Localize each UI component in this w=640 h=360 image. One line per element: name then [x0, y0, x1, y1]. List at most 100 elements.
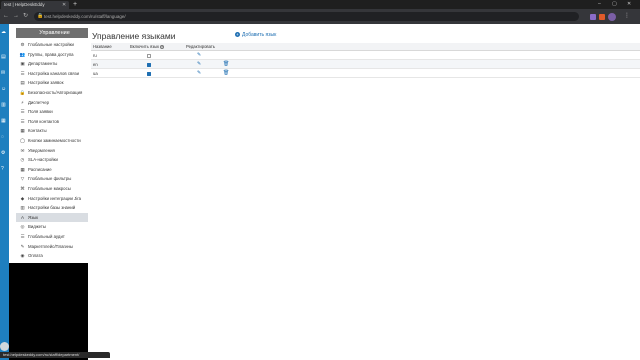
sidebar-item-label: Безопасность/Авторизация — [28, 90, 83, 95]
sidebar-item[interactable]: ☰ Поля контактов — [16, 117, 97, 127]
sidebar-item[interactable]: ▣ Департаменты — [16, 59, 97, 69]
add-language-button[interactable]: + Добавить язык — [235, 32, 276, 38]
sidebar-item-label: Глобальный аудит — [28, 234, 65, 239]
site-info-icon[interactable]: 🔒 — [37, 13, 43, 20]
sidebar-item[interactable]: ⌘ Глобальные макросы — [16, 184, 97, 194]
sidebar-item-label: Расписание — [28, 166, 52, 172]
sidebar-item[interactable]: ▽ Глобальные фильтры — [16, 174, 97, 184]
audit-icon: ☰ — [20, 234, 25, 239]
delete-trash-icon[interactable]: 🗑 — [223, 60, 229, 69]
address-bar[interactable]: test.helpdeskeddy.com/ru/staff/language/ — [34, 12, 579, 21]
payment-icon: ◉ — [20, 253, 25, 259]
plus-icon: + — [235, 32, 240, 37]
enable-language-checkbox[interactable] — [147, 53, 151, 58]
enable-language-checkbox[interactable] — [147, 71, 151, 76]
plug-icon: ✎ — [20, 243, 25, 249]
sidebar-item-label: Диспетчер — [28, 99, 50, 105]
table-row: en ✎ 🗑 — [91, 60, 640, 69]
sidebar-item[interactable]: ☰ Поля заявки — [16, 107, 97, 117]
sidebar-item[interactable]: ◎ Виджеты — [16, 222, 97, 232]
address-text: test.helpdeskeddy.com/ru/staff/language/ — [44, 14, 126, 19]
close-tab-icon[interactable]: ✕ — [62, 1, 66, 9]
sidebar-item[interactable]: ⚡ Диспетчер — [16, 98, 97, 108]
minimize-icon[interactable]: – — [598, 1, 601, 8]
inbox-icon[interactable]: ✉ — [1, 70, 8, 76]
sidebar-item[interactable]: ◉ Оплата — [16, 251, 97, 261]
chat-icon[interactable]: ◌ — [1, 134, 8, 140]
contact-fields-icon: ☰ — [20, 118, 25, 124]
sidebar-item-label: Язык — [28, 214, 39, 220]
sidebar-item[interactable]: A Язык — [16, 212, 97, 223]
sidebar-item[interactable]: 👥 Группы, права доступа — [16, 50, 97, 60]
maximize-icon[interactable]: ▢ — [612, 1, 617, 8]
lock-icon: 🔒 — [19, 90, 26, 95]
sidebar-item[interactable]: ▦ Контакты — [16, 126, 97, 136]
user-avatar[interactable] — [0, 342, 9, 351]
sidebar-item[interactable]: ◯ Кнопки заминаемостности — [16, 136, 97, 146]
back-icon[interactable]: ← — [3, 12, 9, 20]
browser-toolbar: ← → ↻ test.helpdeskeddy.com/ru/staff/lan… — [0, 9, 640, 24]
channels-icon: ☰ — [20, 70, 25, 76]
sidebar-item[interactable]: ✎ Маркетплейс/Плагины — [16, 242, 97, 252]
sla-icon: ◷ — [20, 157, 25, 163]
sidebar-item[interactable]: 🔒 Безопасность/Авторизация — [16, 88, 97, 98]
table-row: ua ✎ 🗑 — [91, 69, 640, 78]
sidebar-item[interactable]: ☰ Глобальный аудит — [16, 232, 97, 242]
fields-icon: ☰ — [20, 109, 25, 115]
help-icon[interactable]: ? — [159, 45, 164, 49]
calendar-icon: ▦ — [20, 166, 25, 172]
jira-icon: ◆ — [20, 195, 25, 201]
sidebar-item[interactable]: ⚙ Глобальные настройки — [16, 40, 97, 50]
profile-avatar[interactable] — [608, 13, 616, 21]
users-icon: 👥 — [19, 51, 26, 57]
browser-tab[interactable]: test | HelpDeskEddy — [1, 1, 69, 9]
enable-language-checkbox[interactable] — [147, 62, 151, 67]
main-content: Управление языками + Добавить язык Назван… — [88, 24, 640, 360]
edit-pencil-icon[interactable]: ✎ — [197, 51, 201, 60]
sidebar-item[interactable]: ▦ Расписание — [16, 165, 97, 175]
dispatcher-icon: ⚡ — [20, 99, 25, 105]
language-code: en — [93, 62, 98, 67]
language-code: ua — [93, 71, 98, 76]
sidebar-item[interactable]: ◷ SLA-настройки — [16, 155, 97, 165]
column-edit-header: Редактировать — [186, 44, 215, 49]
sidebar-item-label: Глобальные макросы — [28, 186, 71, 191]
sidebar-item-label: Настройки заявок — [28, 80, 64, 86]
sidebar-item-label: Уведомления — [28, 147, 55, 153]
contacts-icon: ▦ — [20, 128, 25, 134]
extension-icon[interactable] — [590, 14, 596, 20]
sidebar-item[interactable]: ◆ Настройки интеграции Jira — [16, 194, 97, 204]
sidebar-item-label: Настройка каналов связи — [28, 70, 79, 76]
tickets-icon[interactable]: ▤ — [1, 54, 8, 60]
sidebar-item-label: Виджеты — [28, 224, 46, 230]
settings-icon[interactable]: ⚙ — [1, 150, 8, 156]
sidebar-item[interactable]: ☰ Настройка каналов связи — [16, 69, 97, 79]
browser-tab-title: test | HelpDeskEddy — [4, 2, 45, 7]
knowledge-icon[interactable]: ▦ — [1, 118, 8, 124]
users-icon[interactable]: ☺ — [1, 86, 8, 92]
bell-icon: ✉ — [20, 147, 25, 153]
sidebar-item[interactable]: ▤ Настройки заявок — [16, 78, 97, 88]
forward-icon[interactable]: → — [13, 12, 19, 20]
sidebar-item[interactable]: ▥ Настройки базы знаний — [16, 203, 97, 213]
edit-pencil-icon[interactable]: ✎ — [197, 60, 201, 69]
close-window-icon[interactable]: ✕ — [627, 1, 631, 8]
browser-menu-icon[interactable]: ⋮ — [624, 12, 630, 20]
extension-icon[interactable] — [599, 14, 605, 20]
reports-icon[interactable]: ▥ — [1, 102, 8, 108]
sidebar-item-label: Настройки интеграции Jira — [28, 195, 82, 201]
delete-trash-icon[interactable]: 🗑 — [223, 69, 229, 78]
column-name-header: Название — [93, 44, 112, 49]
language-code: ru — [93, 53, 97, 58]
sidebar-item-label: Поля заявки — [28, 109, 53, 115]
add-language-label: Добавить язык — [242, 32, 277, 38]
new-tab-icon[interactable]: + — [73, 1, 77, 8]
sidebar-item-label: SLA-настройки — [28, 157, 58, 163]
table-header: Название Включить язык? Редактировать — [91, 43, 640, 51]
help-icon[interactable]: ? — [1, 166, 8, 172]
edit-pencil-icon[interactable]: ✎ — [197, 69, 201, 78]
sidebar-item[interactable]: ✉ Уведомления — [16, 146, 97, 156]
cloud-logo-icon[interactable]: ☁ — [1, 29, 8, 35]
reload-icon[interactable]: ↻ — [23, 12, 28, 20]
book-icon: ▥ — [20, 205, 25, 211]
